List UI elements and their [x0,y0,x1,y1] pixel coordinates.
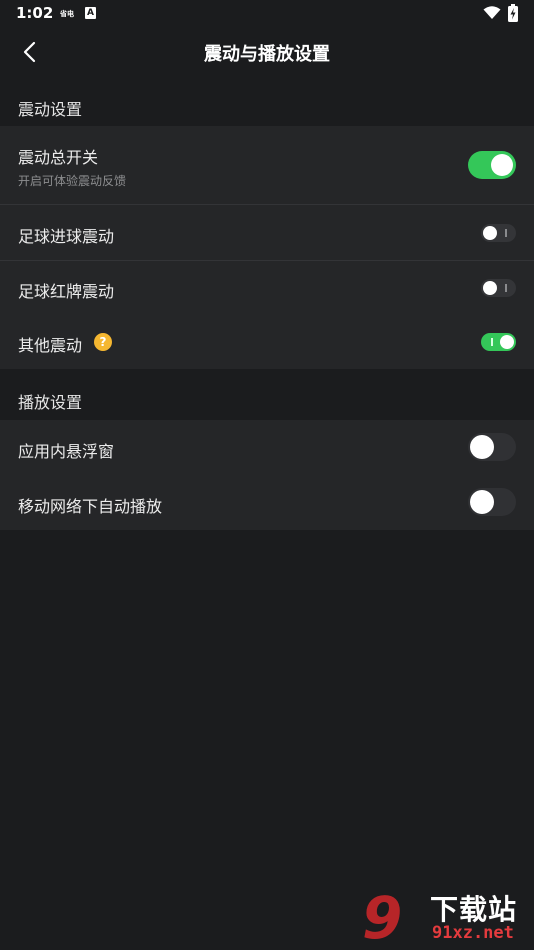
toggle-tick [491,338,493,346]
page-title: 震动与播放设置 [204,44,330,65]
toggle-knob [483,281,497,295]
status-bar: 1:02 省电 A [0,0,534,28]
section-header-playback: 播放设置 [0,370,534,420]
wifi-icon [483,6,501,19]
playback-settings-card: 应用内悬浮窗 移动网络下自动播放 [0,420,534,530]
setting-row-floating-window[interactable]: 应用内悬浮窗 [0,420,534,475]
setting-title: 应用内悬浮窗 [18,442,115,461]
red-card-vibration-toggle[interactable] [481,279,516,297]
watermark-en-text: 91xz.net [432,923,514,943]
setting-row-red-card-vibration[interactable]: 足球红牌震动 [0,261,534,315]
setting-row-goal-vibration[interactable]: 足球进球震动 [0,205,534,260]
toggle-knob [500,335,514,349]
toggle-knob [470,435,494,459]
goal-vibration-toggle[interactable] [481,224,516,242]
watermark-logo: 9 [362,884,403,950]
app-header: 震动与播放设置 [0,28,534,76]
toggle-tick [505,284,507,292]
battery-charging-icon [508,4,518,22]
setting-title: 其他震动 [18,336,83,355]
help-icon[interactable]: ? [94,333,112,351]
other-vibration-toggle[interactable] [481,333,516,351]
notification-app-icon: A [85,7,96,19]
setting-title: 移动网络下自动播放 [18,497,163,516]
floating-window-toggle[interactable] [468,433,516,461]
toggle-tick [505,229,507,237]
watermark: 9 下载站 91xz.net [362,886,534,950]
status-time: 1:02 [16,4,54,22]
master-vibration-toggle[interactable] [468,151,516,179]
toggle-knob [483,226,497,240]
section-title: 播放设置 [18,393,83,412]
watermark-cn-text: 下载站 [430,893,518,926]
setting-row-master-vibration[interactable]: 震动总开关 开启可体验震动反馈 [0,126,534,204]
vibration-settings-card: 震动总开关 开启可体验震动反馈 足球进球震动 足球红牌震动 其他震动 ? [0,126,534,369]
toggle-knob [470,490,494,514]
setting-row-mobile-autoplay[interactable]: 移动网络下自动播放 [0,475,534,530]
section-title: 震动设置 [18,100,83,119]
setting-title: 足球红牌震动 [18,282,115,301]
setting-row-other-vibration[interactable]: 其他震动 ? [0,315,534,369]
settings-screen: 1:02 省电 A 震动与播放设置 震动设置 震动总开关 开启可体验震动反馈 足… [0,0,534,950]
setting-title: 震动总开关 [18,148,99,167]
section-header-vibration: 震动设置 [0,78,534,128]
mobile-autoplay-toggle[interactable] [468,488,516,516]
setting-subtitle: 开启可体验震动反馈 [18,174,127,188]
setting-title: 足球进球震动 [18,227,115,246]
toggle-knob [491,154,513,176]
power-saving-indicator: 省电 [60,10,74,18]
